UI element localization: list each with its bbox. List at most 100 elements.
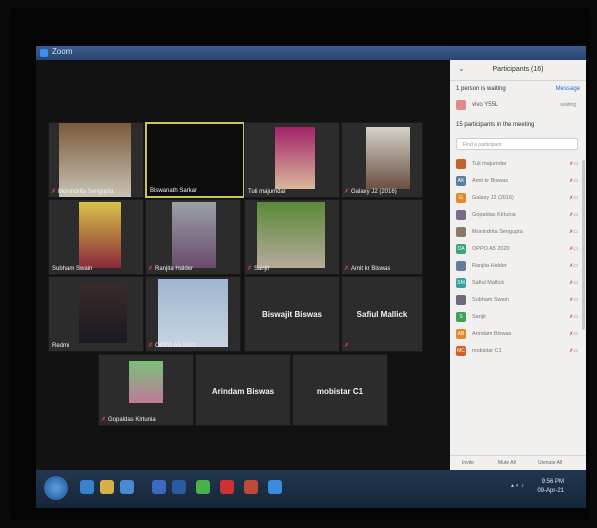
avatar xyxy=(456,227,466,237)
clock-time: 9:56 PM xyxy=(541,479,564,485)
mic-muted-icon: ✗ xyxy=(51,189,57,195)
video-tile[interactable]: ✗ Ranjita Halder xyxy=(145,199,241,275)
mic-video-status-icon: ✗▭ xyxy=(569,348,578,354)
participant-name: Arindam Biswas xyxy=(472,331,512,337)
tile-name: Sanjit xyxy=(254,266,270,272)
video-tile[interactable]: Subham Swain xyxy=(48,199,144,275)
avatar xyxy=(456,159,466,169)
participant-row[interactable]: AB Arindam Biswas ✗▭ xyxy=(456,326,582,343)
screen: Zoom ✗ Monindrita Sengupta Biswanath Sar… xyxy=(36,46,586,508)
video-tile[interactable]: Arindam Biswas xyxy=(195,354,291,426)
video-tile[interactable]: ✗ Amit kr Biswas xyxy=(341,199,423,275)
mic-video-status-icon: ✗▭ xyxy=(569,314,578,320)
tile-name: mobistar C1 xyxy=(316,386,364,396)
video-tile[interactable]: ✗ Sanjit xyxy=(244,199,340,275)
unmute-all-button[interactable]: Unmute All xyxy=(538,460,562,466)
video-tile-active-speaker[interactable]: Biswanath Sarkar xyxy=(145,122,245,198)
participant-row[interactable]: MC mobistar C1 ✗▭ xyxy=(456,343,582,360)
mic-video-status-icon: ✗▭ xyxy=(569,161,578,167)
participant-name: Sanjit xyxy=(472,314,486,320)
participant-name: Monindrita Sengupta xyxy=(472,229,523,235)
participant-row[interactable]: Ranjita Halder ✗▭ xyxy=(456,258,582,275)
mic-muted-icon: ✗ xyxy=(247,266,253,272)
participants-panel: ⌄ Participants (16) 1 person is waiting … xyxy=(450,60,586,470)
mic-video-status-icon: ✗▭ xyxy=(569,280,578,286)
windows-taskbar: ▴ ◐ ♪ 9:56 PM 09-Apr-21 xyxy=(36,470,586,508)
video-tile[interactable]: Redmi xyxy=(48,276,144,352)
chrome-icon[interactable] xyxy=(196,480,210,494)
participant-name: Amit kr Biswas xyxy=(472,178,509,184)
message-button[interactable]: Message xyxy=(556,86,580,92)
system-tray-icons[interactable]: ▴ ◐ ♪ xyxy=(511,482,524,489)
participant-video xyxy=(59,123,131,197)
invite-button[interactable]: Invite xyxy=(462,460,474,466)
avatar: OA xyxy=(456,244,466,254)
video-tile[interactable]: ✗ Galaxy J2 (2016) xyxy=(341,122,423,198)
avatar xyxy=(456,100,466,110)
clock-date: 09-Apr-21 xyxy=(537,488,564,494)
participant-row[interactable]: S Sanjit ✗▭ xyxy=(456,309,582,326)
participant-row[interactable]: AK Amit kr Biswas ✗▭ xyxy=(456,173,582,190)
app-icon[interactable] xyxy=(244,480,258,494)
participant-row[interactable]: Subham Swain ✗▭ xyxy=(456,292,582,309)
participant-row[interactable]: OA OPPO A5 2020 ✗▭ xyxy=(456,241,582,258)
participant-name: Subham Swain xyxy=(472,297,509,303)
participant-name: OPPO A5 2020 xyxy=(472,246,510,252)
tile-name: Galaxy J2 (2016) xyxy=(351,189,397,195)
ie-icon[interactable] xyxy=(80,480,94,494)
participant-row[interactable]: G Galaxy J2 (2016) ✗▭ xyxy=(456,190,582,207)
avatar: SM xyxy=(456,278,466,288)
participant-video xyxy=(158,279,228,347)
zoom-app-icon xyxy=(40,49,48,57)
panel-header: ⌄ Participants (16) xyxy=(450,60,586,81)
participant-video xyxy=(79,283,127,343)
participant-row[interactable]: Gopaldas Kirtunia ✗▭ xyxy=(456,207,582,224)
panel-footer: Invite Mute All Unmute All xyxy=(450,455,586,470)
tile-name: Safiul Mallick xyxy=(356,310,408,320)
participant-list: Tuli majumdar ✗▭ AK Amit kr Biswas ✗▭ G Galaxy… xyxy=(456,156,582,360)
participant-video xyxy=(275,127,315,189)
mic-video-status-icon: ✗▭ xyxy=(569,246,578,252)
mic-video-status-icon: ✗▭ xyxy=(569,178,578,184)
video-tile[interactable]: Biswajit Biswas xyxy=(244,276,340,352)
zoom-taskbar-icon[interactable] xyxy=(268,480,282,494)
mic-video-status-icon: ✗▭ xyxy=(569,331,578,337)
video-tile[interactable]: ✗ Gopaldas Kirtunia xyxy=(98,354,194,426)
participant-search-input[interactable]: Find a participant xyxy=(456,138,578,150)
participant-row[interactable]: Tuli majumdar ✗▭ xyxy=(456,156,582,173)
video-tile[interactable]: ✗ OPPO A5 2020 xyxy=(145,276,241,352)
participant-row[interactable]: Monindrita Sengupta ✗▭ xyxy=(456,224,582,241)
avatar xyxy=(456,295,466,305)
waiting-room-header: 1 person is waiting xyxy=(456,86,506,92)
participant-row[interactable]: SM Safiul Mallick ✗▭ xyxy=(456,275,582,292)
mic-muted-icon: ✗ xyxy=(148,266,154,272)
mic-video-status-icon: ✗▭ xyxy=(569,229,578,235)
taskbar-clock[interactable]: 9:56 PM 09-Apr-21 xyxy=(537,478,564,496)
avatar: MC xyxy=(456,346,466,356)
avatar xyxy=(456,210,466,220)
avatar: S xyxy=(456,312,466,322)
tile-name: Monindrita Sengupta xyxy=(58,189,114,195)
mic-muted-icon: ✗ xyxy=(344,266,350,272)
video-tile[interactable]: Tuli majumdar xyxy=(244,122,340,198)
tile-name: Biswajit Biswas xyxy=(261,310,323,320)
participant-name: Galaxy J2 (2016) xyxy=(472,195,514,201)
app-icon[interactable] xyxy=(172,480,186,494)
video-tile[interactable]: Safiul Mallick ✗ xyxy=(341,276,423,352)
waiting-participant-row[interactable]: vivo Y55L waiting xyxy=(456,100,580,112)
window-titlebar[interactable]: Zoom xyxy=(36,46,586,60)
app-icon[interactable] xyxy=(152,480,166,494)
mute-all-button[interactable]: Mute All xyxy=(498,460,516,466)
waiting-status: waiting xyxy=(560,102,576,108)
video-tile[interactable]: mobistar C1 xyxy=(292,354,388,426)
scrollbar[interactable] xyxy=(582,160,585,330)
participant-name: vivo Y55L xyxy=(472,102,499,108)
window-title: Zoom xyxy=(52,47,73,56)
media-player-icon[interactable] xyxy=(120,480,134,494)
pdf-reader-icon[interactable] xyxy=(220,480,234,494)
folder-icon[interactable] xyxy=(100,480,114,494)
start-button[interactable] xyxy=(44,476,68,500)
tile-name: Arindam Biswas xyxy=(211,386,275,396)
participant-name: mobistar C1 xyxy=(472,348,502,354)
video-tile[interactable]: ✗ Monindrita Sengupta xyxy=(48,122,144,198)
